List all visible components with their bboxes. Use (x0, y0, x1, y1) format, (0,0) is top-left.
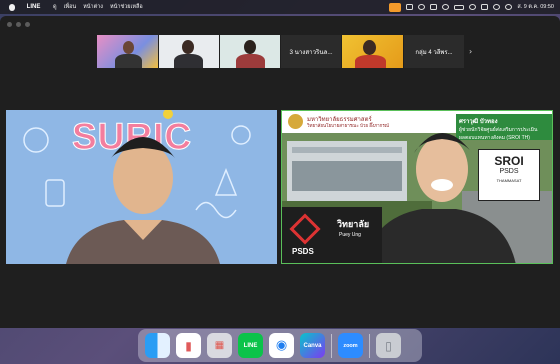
meeting-window: 3 นางสาวรินล... กลุ่ม 4 วลีพร... › SURIC (0, 16, 560, 328)
speaker-video-left[interactable]: SURIC (6, 110, 277, 264)
siri-icon[interactable] (505, 4, 513, 10)
participant-avatar (123, 41, 134, 54)
dock: ▮ ▦ LINE ◉ Canva zoom ▯ (138, 329, 422, 362)
safari-icon[interactable]: ◉ (269, 333, 294, 358)
spotlight-icon[interactable] (493, 4, 501, 10)
sroi-logo: SROI PSDS THAMMASAT (478, 149, 540, 201)
photo-booth-icon[interactable]: ▮ (176, 333, 201, 358)
wifi-icon[interactable] (469, 4, 477, 10)
desktop: LINE ดู เพื่อน หน้าต่าง หน้าช่วยเหลือ ส.… (0, 0, 560, 364)
status-app-icon-3[interactable] (442, 4, 450, 10)
menu-item-help[interactable]: หน้าช่วยเหลือ (110, 3, 143, 11)
zoom-window-button[interactable] (25, 22, 30, 27)
participant-tile[interactable] (159, 35, 219, 68)
status-area: ส. 9 ต.ค. 09:50 (389, 0, 560, 14)
psds-logo-text: PSDS (292, 247, 314, 256)
participant-tile[interactable] (97, 35, 158, 68)
menu-clock[interactable]: ส. 9 ต.ค. 09:50 (517, 3, 554, 11)
participant-tile[interactable] (220, 35, 280, 68)
participant-tile[interactable] (342, 35, 403, 68)
sroi-title: SROI (494, 154, 524, 168)
speaker-person (66, 137, 220, 264)
participant-tile-named[interactable]: 3 นางสาวรินล... (281, 35, 341, 68)
canva-app-icon[interactable]: Canva (300, 333, 325, 358)
close-window-button[interactable] (7, 22, 12, 27)
sroi-caption: THAMMASAT (496, 178, 522, 183)
speaker-video-right[interactable]: มหาวิทยาลัยธรรมศาสตร์ วิทยาลัยนโยบายสาธา… (281, 110, 553, 264)
battery-icon[interactable] (454, 4, 465, 10)
control-center-icon[interactable] (481, 4, 489, 10)
minimize-window-button[interactable] (16, 22, 21, 27)
psds-banner: PSDS วิทยาลัย Puey Ung (282, 207, 382, 263)
participant-body (236, 54, 265, 68)
finder-icon[interactable] (145, 333, 170, 358)
participant-body (355, 55, 386, 68)
menu-item-friends[interactable]: เพื่อน (64, 3, 77, 11)
participant-body (174, 54, 203, 68)
zoom-app-label: zoom (343, 342, 358, 349)
line-app-icon[interactable]: LINE (238, 333, 263, 358)
canva-app-label: Canva (303, 342, 322, 349)
status-sync-icon[interactable] (418, 4, 426, 10)
screen-recording-icon[interactable] (389, 2, 402, 12)
psds-logo-icon (289, 213, 321, 245)
menu-item-view[interactable]: ดู (53, 3, 57, 11)
sroi-subtitle: PSDS (499, 168, 519, 175)
participant-avatar (244, 40, 256, 54)
participant-avatar (182, 40, 194, 54)
launchpad-icon[interactable]: ▦ (207, 333, 232, 358)
participant-name: 3 นางสาวรินล... (289, 48, 333, 56)
participant-name: กลุ่ม 4 วลีพร... (415, 49, 453, 56)
participant-strip: 3 นางสาวรินล... กลุ่ม 4 วลีพร... › (97, 35, 472, 68)
participant-tile-group[interactable]: กลุ่ม 4 วลีพร... (404, 35, 464, 68)
dock-separator (331, 333, 332, 358)
zoom-app-icon[interactable]: zoom (338, 333, 363, 358)
status-app-icon-2[interactable] (430, 4, 438, 10)
window-controls (7, 22, 30, 27)
menu-bar: LINE ดู เพื่อน หน้าต่าง หน้าช่วยเหลือ ส.… (0, 0, 560, 14)
trash-icon[interactable]: ▯ (376, 333, 401, 358)
participant-avatar (363, 40, 376, 55)
status-app-icon[interactable] (406, 4, 414, 10)
psds-english-text: Puey Ung (339, 232, 361, 238)
psds-thai-text: วิทยาลัย (337, 219, 370, 229)
chevron-right-icon[interactable]: › (469, 47, 472, 56)
dock-separator (369, 333, 370, 358)
apple-menu-icon[interactable] (9, 3, 15, 11)
line-app-label: LINE (243, 342, 258, 349)
menu-item-window[interactable]: หน้าต่าง (83, 3, 103, 11)
participant-body (115, 54, 142, 68)
